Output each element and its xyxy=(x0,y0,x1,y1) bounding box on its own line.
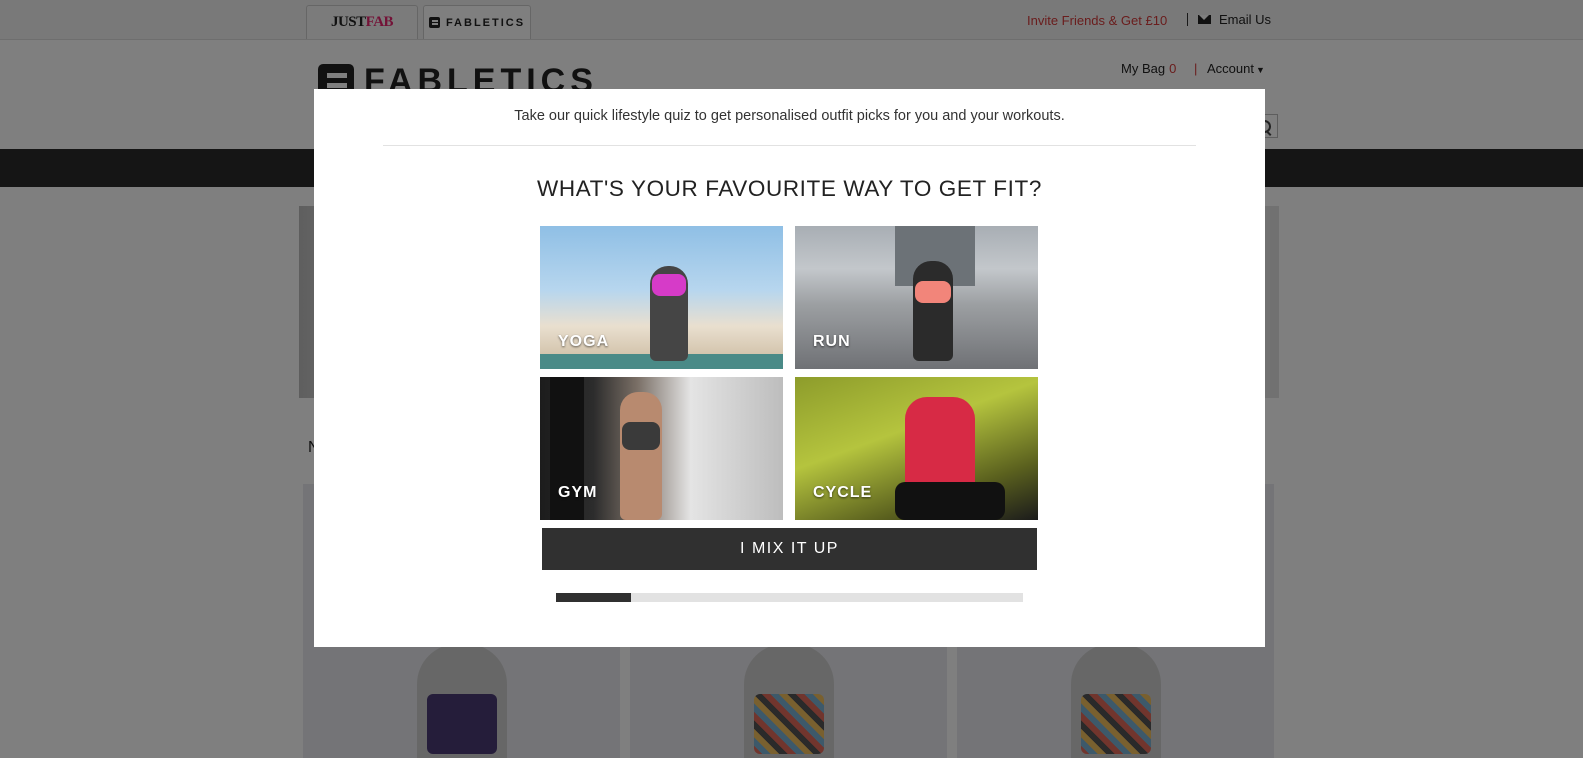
option-gym[interactable]: GYM xyxy=(540,377,783,520)
divider xyxy=(383,145,1196,146)
lifestyle-quiz-modal: Take our quick lifestyle quiz to get per… xyxy=(314,89,1265,647)
option-label: CYCLE xyxy=(813,484,873,501)
yoga-top xyxy=(652,274,686,296)
gym-model xyxy=(620,392,662,520)
run-model xyxy=(913,261,953,361)
run-top xyxy=(915,281,951,303)
option-run[interactable]: RUN xyxy=(795,226,1038,369)
option-label: RUN xyxy=(813,333,851,350)
gym-top xyxy=(622,422,660,450)
quiz-progress-bar xyxy=(556,593,1023,602)
option-cycle[interactable]: CYCLE xyxy=(795,377,1038,520)
option-label: YOGA xyxy=(558,333,610,350)
option-yoga[interactable]: YOGA xyxy=(540,226,783,369)
quiz-progress-fill xyxy=(556,593,631,602)
mix-it-up-button[interactable]: I MIX IT UP xyxy=(542,528,1037,570)
quiz-question: WHAT'S YOUR FAVOURITE WAY TO GET FIT? xyxy=(537,176,1042,201)
quiz-intro-text: Take our quick lifestyle quiz to get per… xyxy=(514,108,1065,124)
option-label: GYM xyxy=(558,484,598,501)
cycle-legs xyxy=(895,482,1005,520)
